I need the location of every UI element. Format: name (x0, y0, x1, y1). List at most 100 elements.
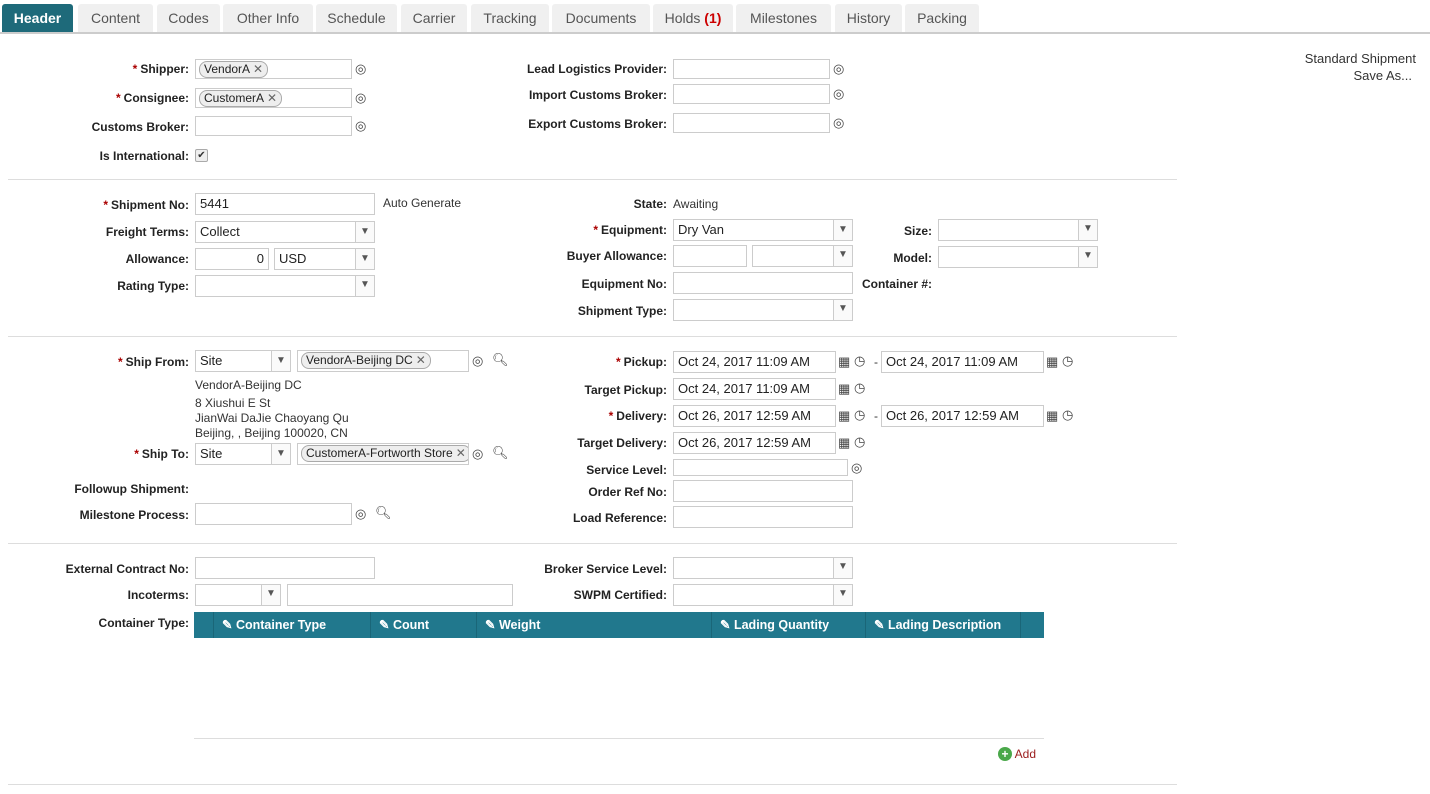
tab-packing[interactable]: Packing (905, 4, 979, 32)
calendar-icon[interactable]: ▦ (838, 408, 850, 424)
equipment-no-label: Equipment No: (581, 277, 667, 291)
remove-icon[interactable]: ✕ (456, 446, 466, 460)
chevron-down-icon: ▼ (833, 246, 852, 266)
clock-icon[interactable]: ◷ (854, 380, 865, 396)
load-reference-label: Load Reference: (572, 511, 667, 525)
model-select[interactable]: ▼ (938, 246, 1098, 268)
target-pickup-input[interactable]: Oct 24, 2017 11:09 AM (673, 378, 836, 400)
search-icon[interactable]: 🔍︎ (375, 505, 392, 521)
clock-icon[interactable]: ◷ (1062, 353, 1073, 369)
import-broker-input[interactable] (673, 84, 830, 104)
tab-schedule[interactable]: Schedule (316, 4, 397, 32)
is-international-checkbox[interactable]: ✔ (195, 149, 208, 162)
freight-terms-select[interactable]: Collect ▼ (195, 221, 375, 243)
clock-icon[interactable]: ◷ (1062, 407, 1073, 423)
section-divider (8, 336, 1177, 337)
lookup-icon[interactable]: ◎ (355, 61, 366, 77)
lookup-icon[interactable]: ◎ (472, 353, 483, 369)
pencil-icon: ✎ (222, 618, 233, 632)
tab-content[interactable]: Content (78, 4, 153, 32)
ship-from-input[interactable]: VendorA-Beijing DC ✕ (297, 350, 469, 372)
clock-icon[interactable]: ◷ (854, 353, 865, 369)
search-icon[interactable]: 🔍︎ (492, 445, 509, 461)
incoterms-select[interactable]: ▼ (195, 584, 281, 606)
pickup-to-input[interactable]: Oct 24, 2017 11:09 AM (881, 351, 1044, 373)
shipment-no-input[interactable]: 5441 (195, 193, 375, 215)
consignee-input[interactable]: CustomerA ✕ (195, 88, 352, 108)
load-reference-input[interactable] (673, 506, 853, 528)
lookup-icon[interactable]: ◎ (355, 118, 366, 134)
currency-select[interactable]: USD ▼ (274, 248, 375, 270)
service-level-input[interactable] (673, 459, 848, 476)
column-weight[interactable]: ✎ Weight (477, 612, 712, 638)
tab-tracking[interactable]: Tracking (471, 4, 549, 32)
calendar-icon[interactable]: ▦ (838, 435, 850, 451)
swpm-certified-select[interactable]: ▼ (673, 584, 853, 606)
external-contract-label: External Contract No: (65, 562, 189, 576)
external-contract-input[interactable] (195, 557, 375, 579)
rating-type-select[interactable]: ▼ (195, 275, 375, 297)
lookup-icon[interactable]: ◎ (472, 446, 483, 462)
column-container-type[interactable]: ✎ Container Type (214, 612, 371, 638)
milestone-process-input[interactable] (195, 503, 352, 525)
customs-broker-input[interactable] (195, 116, 352, 136)
chevron-down-icon: ▼ (355, 222, 374, 242)
remove-icon[interactable]: ✕ (253, 62, 263, 76)
auto-generate-link[interactable]: Auto Generate (383, 196, 461, 210)
calendar-icon[interactable]: ▦ (838, 354, 850, 370)
calendar-icon[interactable]: ▦ (838, 381, 850, 397)
ship-to-input[interactable]: CustomerA-Fortworth Store ✕ (297, 443, 469, 465)
chevron-down-icon: ▼ (1078, 220, 1097, 240)
tab-history[interactable]: History (835, 4, 902, 32)
column-lading-description[interactable]: ✎ Lading Description (866, 612, 1021, 638)
remove-icon[interactable]: ✕ (416, 353, 426, 367)
column-lading-quantity[interactable]: ✎ Lading Quantity (712, 612, 866, 638)
remove-icon[interactable]: ✕ (267, 91, 277, 105)
tab-header[interactable]: Header (2, 4, 73, 32)
shipment-type-select[interactable]: ▼ (673, 299, 853, 321)
incoterms-location-input[interactable] (287, 584, 513, 606)
pickup-from-input[interactable]: Oct 24, 2017 11:09 AM (673, 351, 836, 373)
add-row-button[interactable]: + Add (998, 747, 1036, 761)
ship-to-type-select[interactable]: Site ▼ (195, 443, 291, 465)
search-icon[interactable]: 🔍︎ (492, 352, 509, 368)
calendar-icon[interactable]: ▦ (1046, 408, 1058, 424)
lookup-icon[interactable]: ◎ (833, 86, 844, 102)
allowance-input[interactable]: 0 (195, 248, 269, 270)
lookup-icon[interactable]: ◎ (851, 460, 862, 476)
shipper-input[interactable]: VendorA ✕ (195, 59, 352, 79)
tab-other-info[interactable]: Other Info (223, 4, 313, 32)
buyer-allowance-currency-select[interactable]: ▼ (752, 245, 853, 267)
delivery-to-input[interactable]: Oct 26, 2017 12:59 AM (881, 405, 1044, 427)
tab-carrier[interactable]: Carrier (401, 4, 467, 32)
clock-icon[interactable]: ◷ (854, 407, 865, 423)
broker-service-level-select[interactable]: ▼ (673, 557, 853, 579)
size-label: Size: (903, 224, 932, 238)
ship-from-type-select[interactable]: Site ▼ (195, 350, 291, 372)
section-divider (8, 784, 1177, 785)
equipment-no-input[interactable] (673, 272, 853, 294)
tab-documents[interactable]: Documents (552, 4, 650, 32)
tab-codes[interactable]: Codes (157, 4, 220, 32)
calendar-icon[interactable]: ▦ (1046, 354, 1058, 370)
export-broker-input[interactable] (673, 113, 830, 133)
lookup-icon[interactable]: ◎ (833, 115, 844, 131)
target-delivery-input[interactable]: Oct 26, 2017 12:59 AM (673, 432, 836, 454)
tab-holds[interactable]: Holds (1) (653, 4, 733, 32)
lookup-icon[interactable]: ◎ (355, 506, 366, 522)
llp-input[interactable] (673, 59, 830, 79)
save-as-link[interactable]: Save As... (1353, 68, 1412, 83)
size-select[interactable]: ▼ (938, 219, 1098, 241)
section-divider (8, 543, 1177, 544)
tab-milestones[interactable]: Milestones (736, 4, 831, 32)
delivery-from-input[interactable]: Oct 26, 2017 12:59 AM (673, 405, 836, 427)
lookup-icon[interactable]: ◎ (355, 90, 366, 106)
clock-icon[interactable]: ◷ (854, 434, 865, 450)
buyer-allowance-label: Buyer Allowance: (566, 249, 667, 263)
equipment-select[interactable]: Dry Van ▼ (673, 219, 853, 241)
lookup-icon[interactable]: ◎ (833, 61, 844, 77)
buyer-allowance-input[interactable] (673, 245, 747, 267)
order-ref-input[interactable] (673, 480, 853, 502)
column-count[interactable]: ✎ Count (371, 612, 477, 638)
service-level-label: Service Level: (586, 463, 667, 477)
